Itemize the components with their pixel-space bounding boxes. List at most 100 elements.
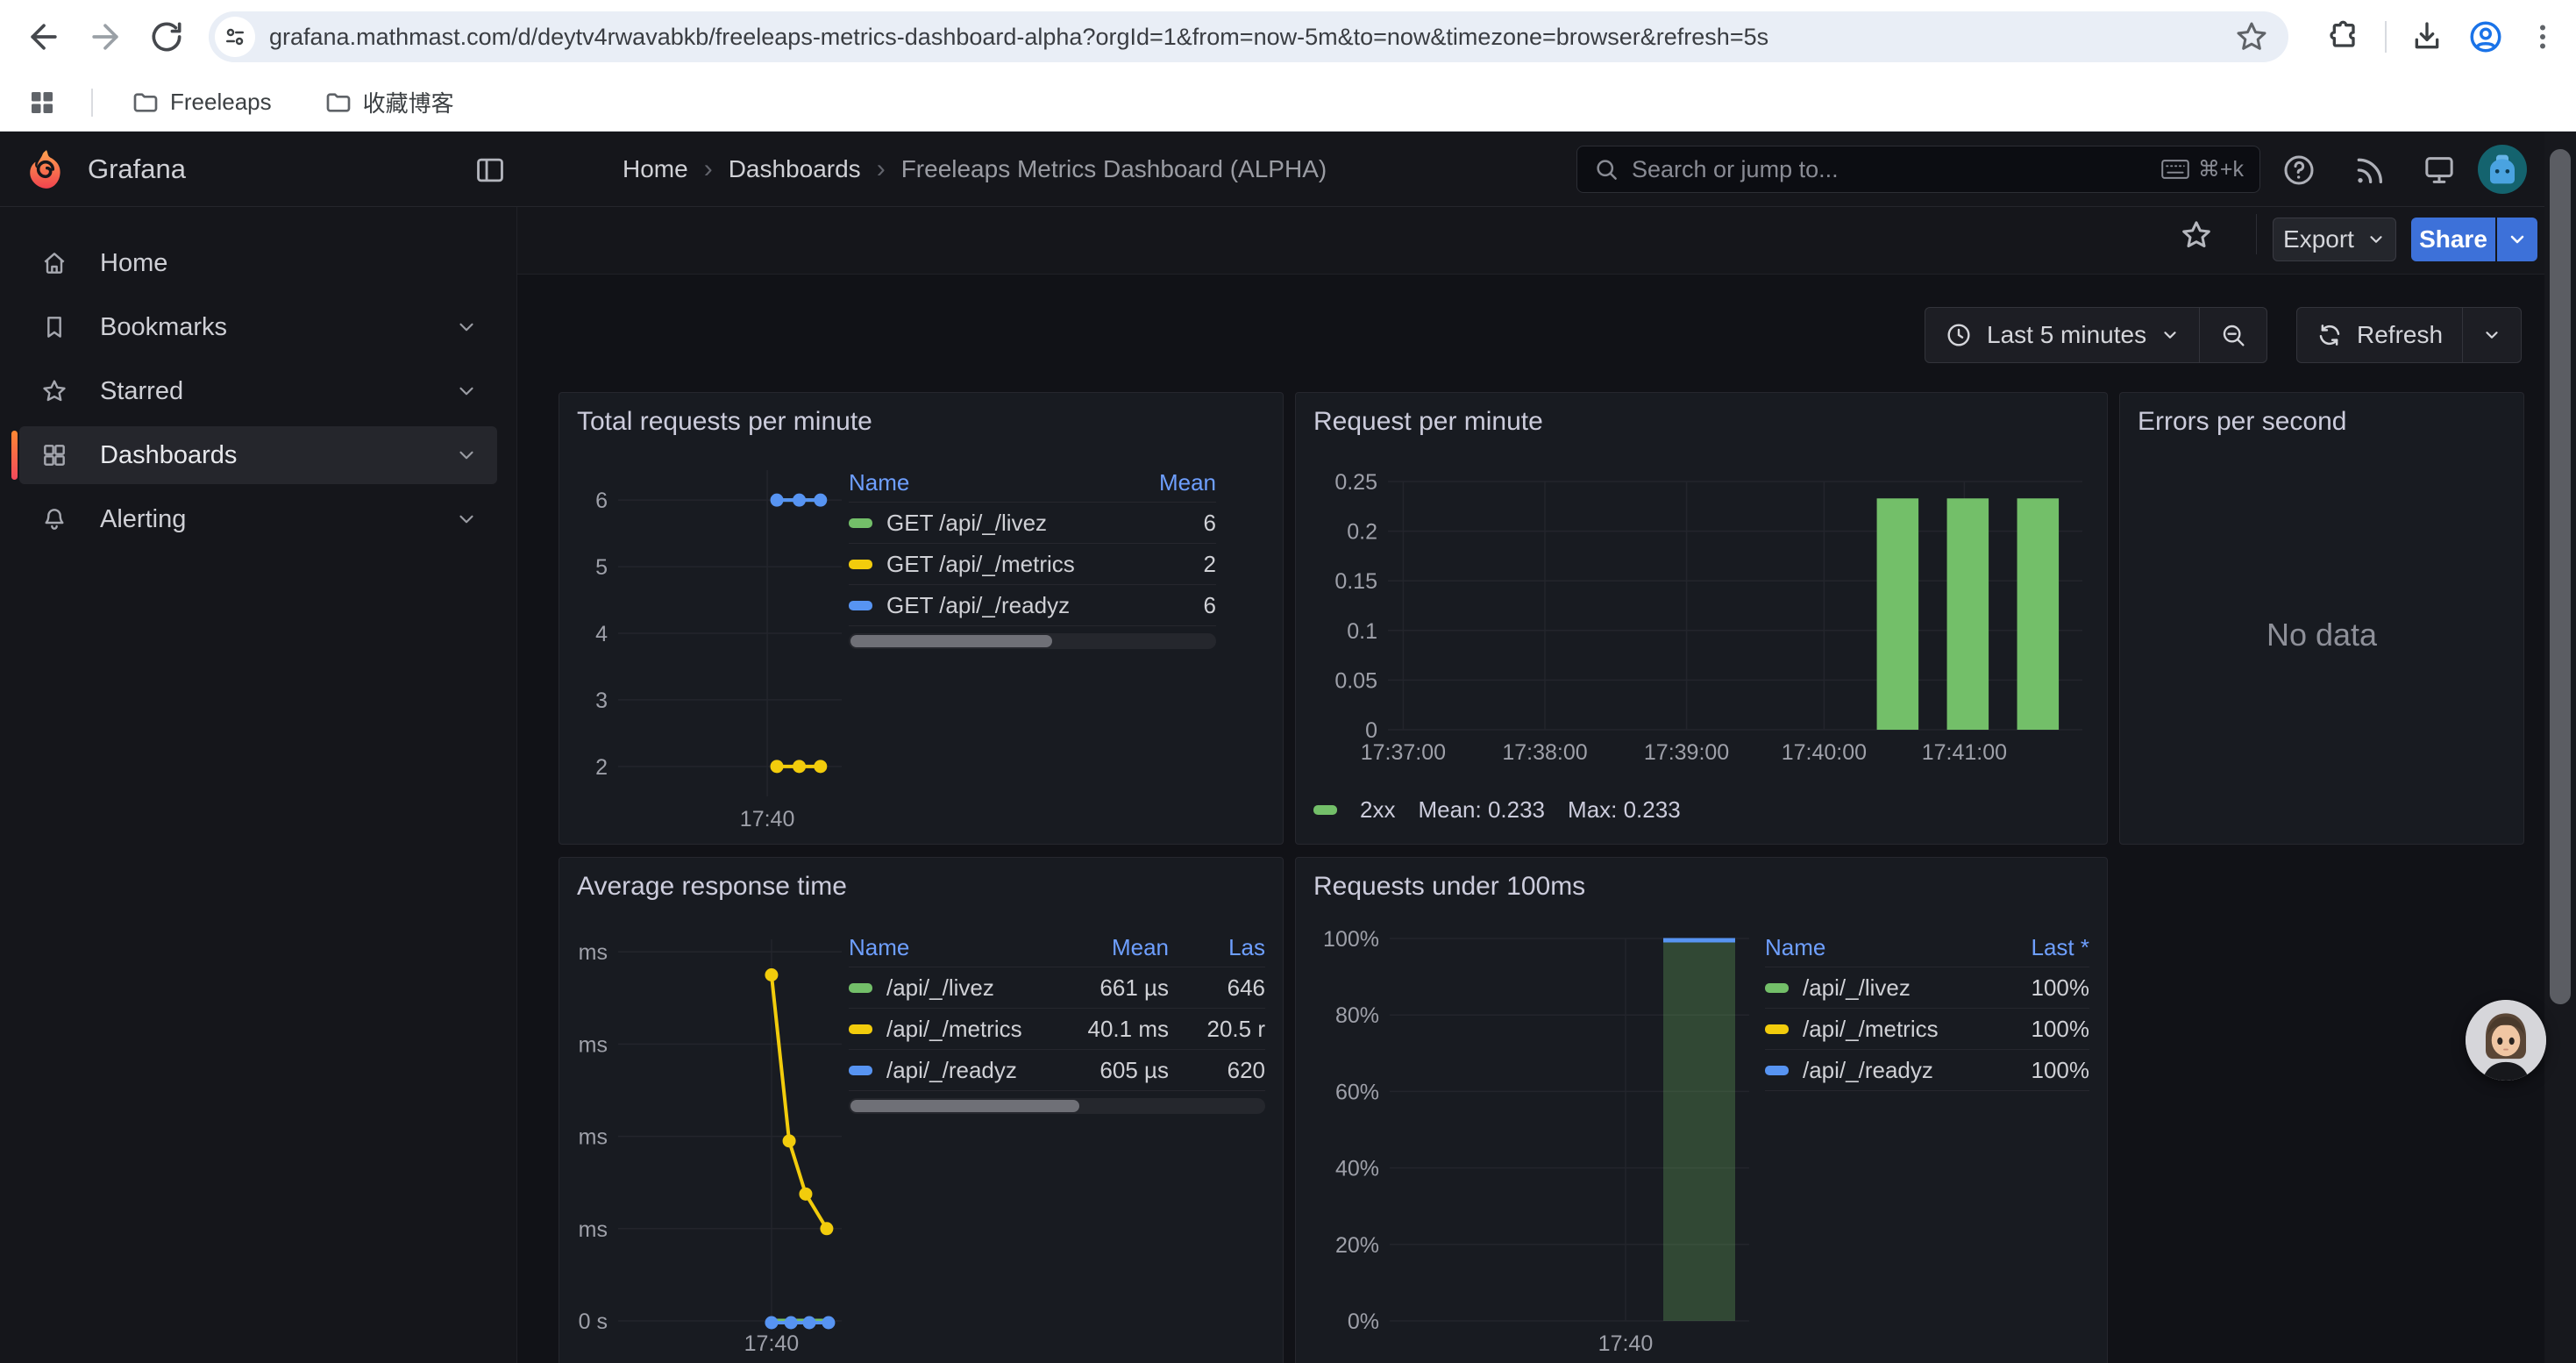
legend-row[interactable]: /api/_/metrics40.1 ms20.5 r (849, 1008, 1265, 1049)
panel-avg-response-time[interactable]: Average response time 17:4080 ms60 ms40 … (559, 857, 1284, 1363)
folder-icon (132, 89, 160, 117)
chevron-down-icon (2160, 325, 2180, 345)
series-swatch (849, 1024, 872, 1034)
legend-col-last[interactable]: Last * (1975, 934, 2089, 961)
help-icon[interactable] (2281, 153, 2316, 188)
export-button[interactable]: Export (2273, 218, 2396, 261)
svg-text:0.25: 0.25 (1334, 470, 1377, 495)
total-requests-chart[interactable]: 17:4065432 (577, 444, 849, 830)
series-swatch (1765, 1024, 1789, 1034)
legend-row[interactable]: /api/_/metrics100% (1765, 1008, 2089, 1049)
kebab-menu-icon[interactable] (2527, 21, 2558, 53)
legend-row[interactable]: GET /api/_/readyz6 (849, 584, 1216, 625)
share-button-group: Share (2411, 218, 2537, 261)
svg-text:17:37:00: 17:37:00 (1361, 740, 1446, 765)
share-button[interactable]: Share (2411, 218, 2495, 261)
assistant-avatar-button[interactable] (2466, 1000, 2546, 1081)
site-controls-icon[interactable] (215, 17, 255, 57)
panel-title[interactable]: Requests under 100ms (1313, 870, 2089, 903)
panel-title[interactable]: Request per minute (1313, 405, 2089, 439)
apps-grid-icon[interactable] (26, 87, 58, 118)
sidebar-item-alerting[interactable]: Alerting (19, 490, 497, 548)
svg-text:0.2: 0.2 (1347, 520, 1377, 545)
legend-row[interactable]: GET /api/_/metrics2 (849, 543, 1216, 584)
legend-col-name[interactable]: Name (849, 934, 1037, 961)
address-bar[interactable]: grafana.mathmast.com/d/deytv4rwavabkb/fr… (209, 11, 2288, 62)
grafana-brand[interactable]: Grafana (25, 147, 186, 191)
kiosk-monitor-icon[interactable] (2422, 153, 2457, 188)
search-shortcut: ⌘+k (2161, 156, 2244, 182)
breadcrumb-dashboards[interactable]: Dashboards (729, 155, 861, 183)
sidebar-item-label: Alerting (100, 505, 455, 534)
page-scrollbar-thumb[interactable] (2550, 149, 2571, 1004)
panel-title[interactable]: Errors per second (2138, 405, 2506, 439)
panel-errors-per-second[interactable]: Errors per second No data (2119, 392, 2524, 845)
avg-response-chart[interactable]: 17:4080 ms60 ms40 ms20 ms0 s (577, 909, 849, 1356)
browser-actions (2327, 0, 2576, 74)
sidebar-item-starred[interactable]: Starred (19, 362, 497, 420)
legend-row[interactable]: /api/_/readyz605 µs620 (849, 1049, 1265, 1090)
share-dropdown-button[interactable] (2497, 218, 2537, 261)
chevron-down-icon[interactable] (455, 444, 478, 467)
chevron-down-icon[interactable] (455, 508, 478, 531)
zoom-out-button[interactable] (2200, 308, 2266, 362)
series-swatch (849, 1066, 872, 1075)
legend-col-name[interactable]: Name (1765, 934, 1975, 961)
breadcrumb-home[interactable]: Home (623, 155, 688, 183)
forward-icon[interactable] (86, 18, 125, 56)
back-icon[interactable] (25, 18, 63, 56)
bookmark-folder-blogs[interactable]: 收藏博客 (324, 86, 454, 118)
time-range-picker[interactable]: Last 5 minutes (1925, 308, 2199, 362)
legend-row[interactable]: /api/_/livez661 µs646 (849, 967, 1265, 1008)
downloads-icon[interactable] (2409, 19, 2444, 54)
sidebar-item-bookmarks[interactable]: Bookmarks (19, 298, 497, 356)
news-rss-icon[interactable] (2352, 153, 2387, 188)
svg-text:60 ms: 60 ms (577, 1032, 608, 1057)
legend-row[interactable]: /api/_/livez100% (1765, 967, 2089, 1008)
bookmark-star-icon[interactable] (2234, 19, 2269, 54)
profile-icon[interactable] (2467, 18, 2504, 55)
legend-col-mean[interactable]: Mean (1111, 469, 1216, 496)
panel-under-100ms[interactable]: Requests under 100ms 17:40100%80%60%40%2… (1295, 857, 2108, 1363)
sidebar-item-dashboards[interactable]: Dashboards (19, 426, 497, 484)
request-per-minute-chart[interactable]: 17:37:0017:38:0017:39:0017:40:0017:41:00… (1313, 444, 2089, 795)
sidebar-item-label: Home (100, 249, 497, 278)
series-swatch (849, 983, 872, 993)
avatar-glyph-icon (2478, 145, 2527, 194)
mega-menu-dock-icon[interactable] (473, 153, 507, 187)
refresh-button[interactable]: Refresh (2297, 308, 2462, 362)
sidebar-item-home[interactable]: Home (19, 234, 497, 292)
legend-row[interactable]: GET /api/_/livez6 (849, 502, 1216, 543)
legend-table: NameMean GET /api/_/livez6 GET /api/_/me… (849, 463, 1265, 830)
bookmarks-bar: Freeleaps 收藏博客 (0, 74, 2576, 132)
panel-title[interactable]: Average response time (577, 870, 1265, 903)
url-text[interactable]: grafana.mathmast.com/d/deytv4rwavabkb/fr… (269, 24, 2234, 51)
sidebar-item-label: Starred (100, 377, 455, 406)
svg-text:20 ms: 20 ms (577, 1217, 608, 1242)
star-icon (40, 377, 68, 405)
favorite-dashboard-star-icon[interactable] (2179, 218, 2214, 253)
search-input[interactable]: Search or jump to... ⌘+k (1576, 146, 2260, 193)
legend-col-last[interactable]: Las (1169, 934, 1265, 961)
breadcrumb-separator: › (877, 154, 886, 184)
chevron-down-icon[interactable] (455, 316, 478, 339)
extensions-icon[interactable] (2327, 19, 2362, 54)
legend-col-name[interactable]: Name (849, 469, 1111, 496)
legend-inline[interactable]: 2xx Mean: 0.233 Max: 0.233 (1313, 796, 2089, 824)
legend-row[interactable]: /api/_/readyz100% (1765, 1049, 2089, 1090)
svg-text:3: 3 (595, 689, 608, 713)
panel-title[interactable]: Total requests per minute (577, 405, 1265, 439)
reload-icon[interactable] (147, 18, 186, 56)
legend-scrollbar[interactable] (849, 1098, 1265, 1114)
bookmark-folder-freeleaps[interactable]: Freeleaps (132, 89, 272, 117)
subheader-divider (2256, 214, 2257, 254)
legend-scrollbar[interactable] (849, 633, 1216, 649)
chevron-down-icon[interactable] (455, 380, 478, 403)
refresh-interval-dropdown[interactable] (2463, 308, 2521, 362)
under-100ms-chart[interactable]: 17:40100%80%60%40%20%0% (1313, 909, 1756, 1356)
panel-total-requests[interactable]: Total requests per minute 17:4065432 Nam… (559, 392, 1284, 845)
user-avatar[interactable] (2478, 145, 2527, 194)
legend-col-mean[interactable]: Mean (1037, 934, 1169, 961)
breadcrumb-separator: › (704, 154, 713, 184)
panel-request-per-minute[interactable]: Request per minute 17:37:0017:38:0017:39… (1295, 392, 2108, 845)
